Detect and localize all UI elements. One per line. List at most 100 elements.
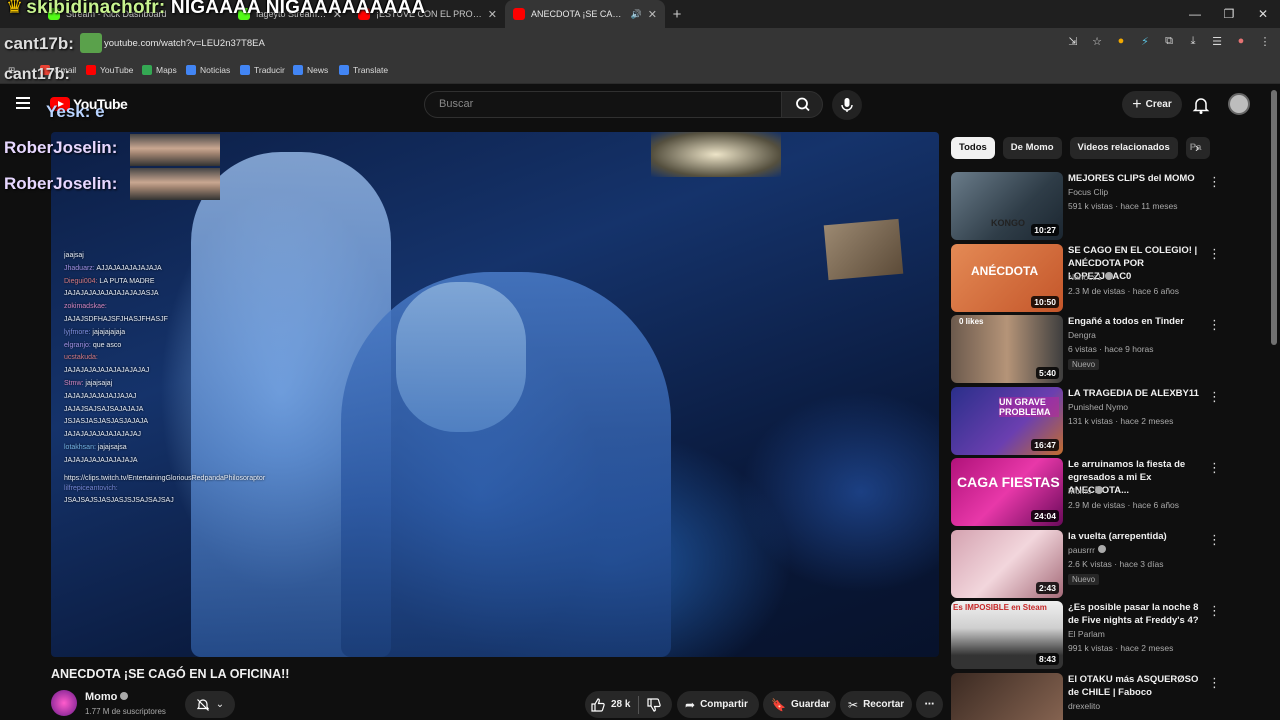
url-field[interactable]: youtube.com/watch?v=LEU2n37T8EA [104,38,265,49]
more-vertical-icon[interactable]: ⋮ [1208,675,1221,691]
recommendation-item[interactable]: KONGO 10:27 MEJORES CLIPS del MOMO Focus Cl… [951,172,1271,240]
voice-search-button[interactable] [832,90,862,120]
video-player[interactable]: jaajsaj Jhaduarz: AJJAJAJAJAJAJAJA Diegui0… [51,132,939,657]
recommendation-channel[interactable]: pausrrr [1068,545,1106,555]
subscriber-count: 1.77 M de suscriptores [85,707,166,716]
dislike-button[interactable] [639,697,669,713]
stream-chat-user: zokimadskae: [64,303,107,311]
save-button[interactable]: 🔖 Guardar [763,691,836,718]
create-button[interactable]: + Crear [1122,91,1182,118]
duration-badge: 10:50 [1031,296,1059,308]
recommendation-channel[interactable]: Punished Nymo [1068,402,1128,412]
recommendation-channel[interactable]: El Parlam [1068,629,1105,639]
recommendation-item[interactable]: 2:43 la vuelta (arrepentida) pausrrr 2.6 K … [951,530,1271,598]
recommendation-item[interactable]: 0 likes 5:40 Engañé a todos en Tinder Dengr… [951,315,1271,383]
recommendation-item[interactable]: ANÉCDOTA 10:50 SE CAGO EN EL COLEGIO! | AN… [951,244,1271,312]
chip-todos[interactable]: Todos [951,137,995,159]
youtube-masthead: YouTube Buscar + Crear [0,85,1280,125]
recommendation-title[interactable]: ¿Es posible pasar la noche 8 de Five nig… [1068,601,1208,627]
media-icon[interactable]: ☰ [1210,35,1224,48]
recommendation-channel[interactable]: Momo [1068,486,1103,496]
user-avatar[interactable] [1228,93,1250,115]
share-label: Compartir [700,699,748,710]
recommendation-channel[interactable]: drexelito [1068,701,1100,711]
channel-name[interactable]: Momo [85,691,129,703]
minimize-icon[interactable]: — [1178,0,1212,28]
recommendation-item[interactable]: Es IMPOSIBLE en Steam 8:43 ¿Es posible pas… [951,601,1271,669]
stream-chat-message: AJJAJAJAJAJAJAJA [96,264,162,272]
close-icon[interactable]: ✕ [648,8,657,21]
install-icon[interactable]: ⇲ [1066,35,1080,48]
subscribed-button[interactable]: ⌄ [185,691,235,718]
more-vertical-icon[interactable]: ⋮ [1208,389,1221,405]
bookmark-traducir[interactable]: Traducir [240,65,285,75]
stream-overlay-message: ♛ skibidinachofr: NIGAAAA NIGAAAAAAAAA [6,0,425,19]
clip-button[interactable]: ✂ Recortar [840,691,912,718]
recommendation-item[interactable]: CONDENAEl OTAKU más ASQUERØSO de CHILE |… [951,673,1271,720]
scrollbar[interactable] [1271,90,1277,345]
video-thumbnail[interactable]: ANÉCDOTA 10:50 [951,244,1063,312]
thumbnail-text: UN GRAVE PROBLEMA [999,397,1059,417]
browser-tab-active[interactable]: ANECDOTA ¡SE CAGÓ EN LA OFICINA! 🔊 ✕ [505,0,665,28]
chip-videos-relacionados[interactable]: Videos relacionados [1069,137,1178,159]
menu-icon[interactable]: ⋮ [1258,35,1272,48]
close-icon[interactable]: ✕ [488,8,497,21]
bookmark-noticias[interactable]: Noticias [186,65,230,75]
chip-de-momo[interactable]: De Momo [1002,137,1062,159]
speaker-icon[interactable]: 🔊 [631,9,642,20]
stream-chat-line: ucstakuda: [64,352,284,365]
share-button[interactable]: ➦ Compartir [677,691,759,718]
like-button[interactable]: 28 k [585,697,638,713]
video-thumbnail[interactable]: 2:43 [951,530,1063,598]
more-vertical-icon[interactable]: ⋮ [1208,603,1221,619]
extension-icon[interactable]: ● [1114,35,1128,48]
stream-chat-message: jajajsajsa [97,443,127,451]
like-count: 28 k [611,699,631,710]
star-icon[interactable]: ☆ [1090,35,1104,48]
recommendation-item[interactable]: CAGA FIESTAS 24:04 Le arruinamos la fiesta… [951,458,1271,526]
more-vertical-icon[interactable]: ⋮ [1208,317,1221,333]
thumbnail-text: Es IMPOSIBLE en Steam [953,603,1047,612]
recommendation-item[interactable]: UN GRAVE PROBLEMA 16:47 LA TRAGEDIA DE ALE… [951,387,1271,455]
recommendation-channel[interactable]: Dengra [1068,330,1096,340]
overlay-user-rober: RoberJoselin: [4,138,118,157]
stream-chat-line: JSJASJASJASJASJAJAJA [64,416,284,429]
channel-avatar[interactable] [51,690,77,716]
recommendation-title[interactable]: la vuelta (arrepentida) [1068,530,1208,543]
notifications-bell-icon[interactable] [1190,94,1212,116]
bookmark-news[interactable]: News [293,65,328,75]
more-vertical-icon[interactable]: ⋮ [1208,532,1221,548]
recommendation-channel[interactable]: Focus Clip [1068,187,1108,197]
stream-chat-line: lyjfmore: jajajajajaja [64,327,284,340]
profile-icon[interactable]: ● [1234,35,1248,48]
video-thumbnail[interactable]: 0 likes 5:40 [951,315,1063,383]
puzzle-icon[interactable]: ⧉ [1162,35,1176,48]
video-thumbnail[interactable]: UN GRAVE PROBLEMA 16:47 [951,387,1063,455]
search-input[interactable]: Buscar [424,91,782,118]
video-thumbnail[interactable]: Es IMPOSIBLE en Steam 8:43 [951,601,1063,669]
more-actions-button[interactable]: ⋯ [916,691,943,718]
recommendation-title[interactable]: Engañé a todos en Tinder [1068,315,1208,328]
more-vertical-icon[interactable]: ⋮ [1208,174,1221,190]
new-tab-button[interactable]: + [665,6,689,23]
video-thumbnail[interactable]: CONDENA [951,673,1063,720]
chevron-right-icon[interactable]: › [1195,140,1199,155]
close-window-icon[interactable]: ✕ [1246,0,1280,28]
search-button[interactable] [781,91,823,118]
more-vertical-icon[interactable]: ⋮ [1208,246,1221,262]
video-thumbnail[interactable]: KONGO 10:27 [951,172,1063,240]
video-thumbnail[interactable]: CAGA FIESTAS 24:04 [951,458,1063,526]
recommendation-channel[interactable]: Nanocs1 [1068,272,1113,282]
bookmark-translate[interactable]: Translate [339,65,388,75]
bookmark-label: Noticias [200,65,231,75]
recommendation-title[interactable]: LA TRAGEDIA DE ALEXBY11 [1068,387,1208,400]
download-icon[interactable]: ⤓ [1186,35,1200,48]
more-vertical-icon[interactable]: ⋮ [1208,460,1221,476]
recommendation-title[interactable]: MEJORES CLIPS del MOMO [1068,172,1208,185]
translate-extension-icon[interactable]: ⚡ [1138,35,1152,48]
hamburger-menu-icon[interactable] [16,97,30,109]
restore-icon[interactable]: ❐ [1212,0,1246,28]
bookmark-maps[interactable]: Maps [142,65,177,75]
recommendation-title[interactable]: El OTAKU más ASQUERØSO de CHILE | Faboco [1068,673,1208,699]
bookmark-youtube[interactable]: YouTube [86,65,133,75]
